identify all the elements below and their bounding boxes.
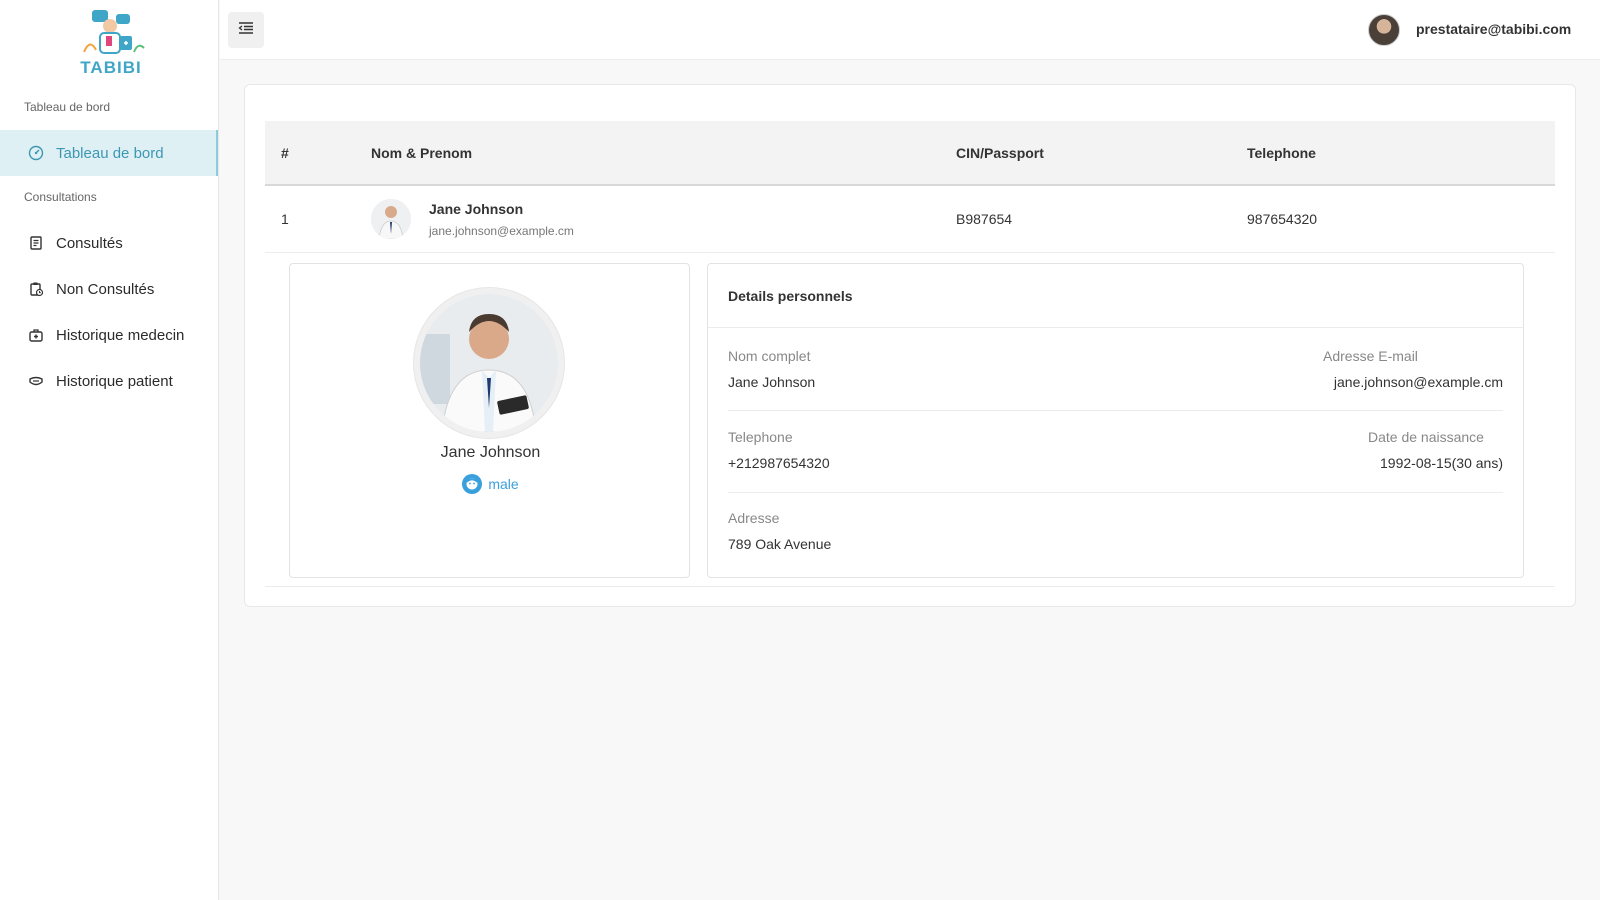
birth-date-value: 1992-08-15(30 ans) — [1380, 455, 1503, 471]
patient-avatar — [371, 199, 411, 239]
patient-phone: 987654320 — [1247, 211, 1318, 227]
sidebar-item-consultes[interactable]: Consultés — [0, 220, 218, 266]
divider — [728, 410, 1503, 411]
user-email[interactable]: prestataire@tabibi.com — [1416, 21, 1571, 37]
column-header-phone[interactable]: Telephone — [1247, 145, 1316, 161]
doctor-logo-icon — [83, 10, 145, 54]
email-label: Adresse E-mail — [1323, 348, 1418, 364]
profile-card: Jane Johnson male — [289, 263, 690, 578]
sidebar-item-label: Tableau de bord — [56, 144, 164, 162]
column-header-cin[interactable]: CIN/Passport — [956, 145, 1044, 161]
gender-label: male — [488, 476, 519, 492]
patient-name: Jane Johnson — [429, 201, 524, 217]
tabibi-logo[interactable]: TABIBI — [72, 6, 150, 77]
sidebar-item-non-consultes[interactable]: Non Consultés — [0, 266, 218, 312]
address-value: 789 Oak Avenue — [728, 536, 832, 552]
table-header: # Nom & Prenom CIN/Passport Telephone — [265, 121, 1555, 186]
clipboard-clock-icon — [28, 281, 44, 297]
dashboard-icon — [28, 145, 44, 161]
sidebar-item-historique-patient[interactable]: Historique patient — [0, 358, 218, 404]
sidebar-item-dashboard[interactable]: Tableau de bord — [0, 130, 218, 176]
male-face-icon — [462, 474, 483, 494]
details-card: Details personnels Nom complet Jane John… — [707, 263, 1524, 578]
birth-date-label: Date de naissance — [1368, 429, 1484, 445]
details-title: Details personnels — [728, 288, 853, 304]
phone-value: +212987654320 — [728, 455, 830, 471]
medical-kit-icon — [28, 327, 44, 343]
gender-badge: male — [290, 474, 691, 494]
profile-name: Jane Johnson — [440, 444, 541, 461]
column-header-index[interactable]: # — [281, 145, 289, 161]
menu-collapse-icon — [238, 21, 254, 40]
sidebar-item-label: Historique patient — [56, 372, 173, 390]
sidebar-item-label: Consultés — [56, 234, 123, 252]
divider — [265, 586, 1555, 587]
row-index: 1 — [281, 211, 289, 227]
full-name-label: Nom complet — [728, 348, 811, 364]
mask-icon — [28, 373, 44, 389]
document-icon — [28, 235, 44, 251]
sidebar-item-label: Non Consultés — [56, 280, 155, 298]
patient-email: jane.johnson@example.cm — [429, 224, 574, 238]
sidebar-item-label: Historique medecin — [56, 326, 185, 344]
full-name-value: Jane Johnson — [728, 374, 816, 390]
divider — [728, 492, 1503, 493]
address-label: Adresse — [728, 510, 780, 526]
patient-cin: B987654 — [956, 211, 1013, 227]
section-label-consultations: Consultations — [24, 190, 97, 204]
divider — [708, 327, 1523, 328]
profile-avatar — [414, 288, 564, 438]
patients-card: # Nom & Prenom CIN/Passport Telephone 1 … — [244, 84, 1576, 607]
brand-name: TABIBI — [80, 58, 142, 77]
menu-toggle-button[interactable] — [228, 12, 264, 48]
table-row[interactable]: 1 Jane Johnson jane.johnson@example.cm B… — [265, 187, 1555, 253]
topbar: prestataire@tabibi.com — [220, 0, 1600, 60]
email-value: jane.johnson@example.cm — [1333, 374, 1503, 390]
sidebar-item-historique-medecin[interactable]: Historique medecin — [0, 312, 218, 358]
sidebar: TABIBI Tableau de bord Tableau de bord C… — [0, 0, 219, 900]
section-label-dashboard: Tableau de bord — [24, 100, 111, 114]
phone-label: Telephone — [728, 429, 793, 445]
user-avatar[interactable] — [1368, 14, 1400, 46]
column-header-name[interactable]: Nom & Prenom — [371, 145, 472, 161]
